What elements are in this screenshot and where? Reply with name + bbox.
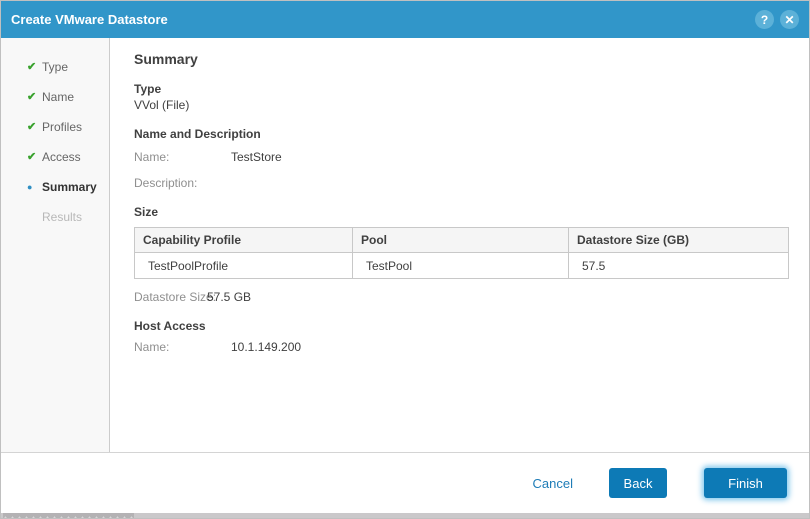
wizard-steps-sidebar: ✔ Type ✔ Name ✔ Profiles ✔ Access ● Summ…: [1, 38, 110, 454]
host-access-name-value: 10.1.149.200: [231, 340, 302, 354]
name-label: Name:: [134, 150, 170, 164]
datastore-size-value: 57.5 GB: [207, 290, 252, 304]
column-header-datastore-size: Datastore Size (GB): [568, 227, 789, 253]
current-step-dot-icon: ●: [27, 181, 33, 192]
step-access[interactable]: ✔ Access: [1, 142, 109, 172]
step-name[interactable]: ✔ Name: [1, 82, 109, 112]
scrollbar-thumb[interactable]: [3, 513, 134, 518]
size-table-header-row: Capability Profile Pool Datastore Size (…: [134, 227, 789, 253]
cell-datastore-size: 57.5: [568, 252, 789, 279]
check-icon: ✔: [27, 90, 37, 103]
step-type[interactable]: ✔ Type: [1, 52, 109, 82]
dialog-titlebar: Create VMware Datastore ? ✕: [1, 1, 809, 38]
summary-content: Summary Type VVol (File) Name and Descri…: [110, 38, 809, 454]
check-icon: ✔: [27, 120, 37, 133]
description-label: Description:: [134, 176, 198, 190]
column-header-pool: Pool: [352, 227, 569, 253]
name-description-section-heading: Name and Description: [134, 127, 261, 141]
description-row: Description:: [134, 176, 789, 190]
check-icon: ✔: [27, 150, 37, 163]
close-icon[interactable]: ✕: [780, 10, 799, 29]
horizontal-scrollbar[interactable]: [1, 513, 809, 518]
check-icon: ✔: [27, 60, 37, 73]
step-profiles[interactable]: ✔ Profiles: [1, 112, 109, 142]
create-vmware-datastore-dialog: Create VMware Datastore ? ✕ ✔ Type ✔ Nam…: [0, 0, 810, 519]
back-button[interactable]: Back: [609, 468, 667, 498]
dialog-title: Create VMware Datastore: [11, 12, 168, 27]
step-label: Summary: [42, 180, 97, 194]
help-icon[interactable]: ?: [755, 10, 774, 29]
size-section-heading: Size: [134, 205, 159, 219]
type-value: VVol (File): [134, 98, 190, 112]
host-access-name-row: Name: 10.1.149.200: [134, 340, 789, 354]
step-label: Profiles: [42, 120, 83, 134]
size-table: Capability Profile Pool Datastore Size (…: [134, 227, 789, 279]
name-row: Name: TestStore: [134, 150, 789, 164]
step-summary[interactable]: ● Summary: [1, 172, 109, 202]
host-access-name-label: Name:: [134, 340, 170, 354]
column-header-capability-profile: Capability Profile: [134, 227, 353, 253]
name-value: TestStore: [231, 150, 282, 164]
step-label: Name: [42, 90, 75, 104]
datastore-size-row: Datastore Size: 57.5 GB: [134, 290, 789, 304]
step-label: Results: [42, 210, 83, 224]
table-row: TestPoolProfile TestPool 57.5: [134, 252, 789, 279]
finish-button[interactable]: Finish: [704, 468, 787, 498]
cell-pool: TestPool: [352, 252, 569, 279]
step-label: Access: [42, 150, 81, 164]
step-results: Results: [1, 202, 109, 232]
cancel-button[interactable]: Cancel: [533, 476, 573, 491]
step-label: Type: [42, 60, 69, 74]
dialog-footer: Cancel Back Finish: [1, 452, 809, 513]
type-section-heading: Type: [134, 82, 162, 96]
cell-capability-profile: TestPoolProfile: [134, 252, 353, 279]
host-access-section-heading: Host Access: [134, 319, 206, 333]
dialog-body: ✔ Type ✔ Name ✔ Profiles ✔ Access ● Summ…: [1, 38, 809, 454]
page-title: Summary: [134, 51, 198, 67]
